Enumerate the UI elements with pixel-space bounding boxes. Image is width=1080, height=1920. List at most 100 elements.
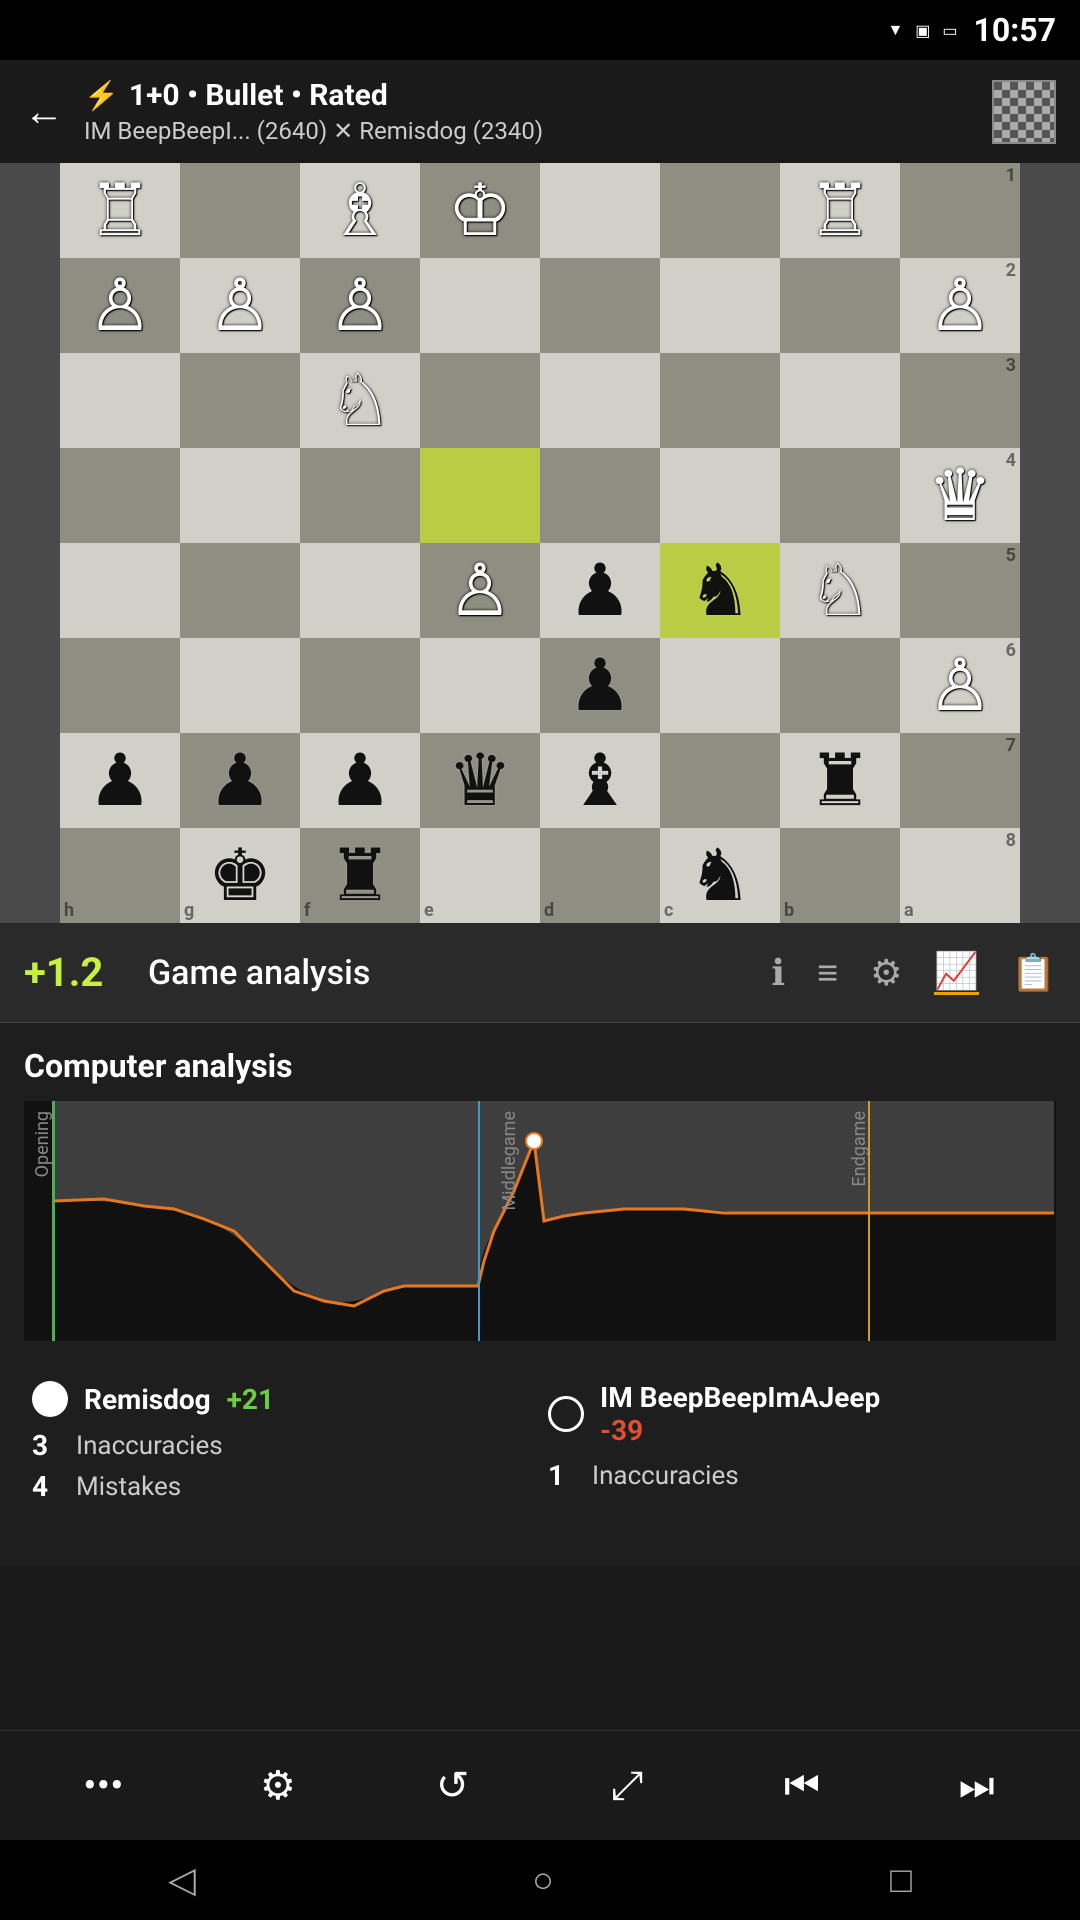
board-square[interactable]	[180, 543, 300, 638]
board-square[interactable]	[780, 448, 900, 543]
board-square[interactable]	[540, 448, 660, 543]
home-nav-button[interactable]: ○	[532, 1859, 554, 1901]
recents-nav-button[interactable]: □	[890, 1859, 912, 1901]
board-square[interactable]	[660, 163, 780, 258]
settings-button[interactable]: ⚙	[238, 1746, 318, 1826]
board-square[interactable]: ♙	[60, 258, 180, 353]
board-square[interactable]	[420, 258, 540, 353]
board-square[interactable]	[60, 543, 180, 638]
remisdog-name: Remisdog	[84, 1383, 211, 1416]
chess-piece: ♟	[568, 650, 633, 722]
remisdog-inaccuracies-label: Inaccuracies	[76, 1431, 223, 1461]
board-square[interactable]: f♜	[300, 828, 420, 923]
board-square[interactable]: ♟	[60, 733, 180, 828]
board-square[interactable]: 4♛	[900, 448, 1020, 543]
board-square[interactable]: ♙	[420, 543, 540, 638]
chess-piece: ♙	[88, 270, 153, 342]
board-square[interactable]: ♝	[540, 733, 660, 828]
board-square[interactable]	[60, 638, 180, 733]
board-square[interactable]: b	[780, 828, 900, 923]
board-square[interactable]	[540, 353, 660, 448]
board-square[interactable]	[540, 258, 660, 353]
board-square[interactable]	[660, 353, 780, 448]
beepbeep-name: IM BeepBeepImAJeep	[600, 1381, 880, 1414]
board-square[interactable]	[180, 638, 300, 733]
board-square[interactable]	[540, 163, 660, 258]
board-square[interactable]: ♙	[300, 258, 420, 353]
board-square[interactable]: 8a	[900, 828, 1020, 923]
chess-board[interactable]: ♖♗♔♖1♙♙♙2♙♘34♛♙♟♞♘5♟6♙♟♟♟♛♝♜7hg♚f♜edc♞b8…	[60, 163, 1020, 923]
endgame-label: Endgame	[849, 1111, 870, 1187]
bolt-icon: ⚡	[84, 79, 119, 112]
board-square[interactable]: 7	[900, 733, 1020, 828]
board-square[interactable]: ♔	[420, 163, 540, 258]
beepbeep-inaccuracies-row: 1 Inaccuracies	[548, 1459, 1048, 1492]
board-square[interactable]: d	[540, 828, 660, 923]
board-square[interactable]: ♘	[300, 353, 420, 448]
chess-piece: ♝	[568, 745, 633, 817]
board-square[interactable]: 2♙	[900, 258, 1020, 353]
board-square[interactable]	[660, 448, 780, 543]
board-square[interactable]: ♗	[300, 163, 420, 258]
board-square[interactable]: ♘	[780, 543, 900, 638]
board-square[interactable]: g♚	[180, 828, 300, 923]
board-square[interactable]: 3	[900, 353, 1020, 448]
opening-line	[52, 1101, 55, 1341]
info-icon[interactable]: ℹ	[771, 952, 785, 994]
computer-analysis-section: Computer analysis Opening Middlegame End…	[0, 1023, 1080, 1567]
header-left: ← ⚡ 1+0 • Bullet • Rated IM BeepBeepI...…	[24, 78, 543, 145]
fullscreen-button[interactable]: ⤢	[587, 1746, 667, 1826]
board-square[interactable]	[180, 353, 300, 448]
board-square[interactable]	[780, 638, 900, 733]
board-square[interactable]: e	[420, 828, 540, 923]
more-options-button[interactable]: •••	[63, 1746, 143, 1826]
board-square[interactable]	[180, 448, 300, 543]
board-square[interactable]	[300, 638, 420, 733]
board-square[interactable]: c♞	[660, 828, 780, 923]
board-square[interactable]	[60, 448, 180, 543]
board-square[interactable]: ♞	[660, 543, 780, 638]
remisdog-dot	[32, 1381, 68, 1417]
board-square[interactable]	[420, 638, 540, 733]
back-nav-button[interactable]: ◁	[168, 1859, 196, 1901]
board-square[interactable]	[300, 448, 420, 543]
chart-icon[interactable]: 📈	[934, 950, 979, 995]
board-square[interactable]	[660, 638, 780, 733]
board-square[interactable]	[300, 543, 420, 638]
analysis-chart[interactable]: Opening Middlegame Endgame	[24, 1101, 1056, 1341]
board-square[interactable]	[780, 258, 900, 353]
settings-icon[interactable]: ⚙	[870, 952, 902, 994]
chess-board-icon[interactable]	[992, 80, 1056, 144]
prev-move-button[interactable]: ⏮	[762, 1746, 842, 1826]
board-square[interactable]	[660, 258, 780, 353]
moves-list-icon[interactable]: ≡	[817, 952, 838, 994]
board-square[interactable]: ♛	[420, 733, 540, 828]
back-button[interactable]: ←	[24, 88, 64, 135]
board-square[interactable]: 6♙	[900, 638, 1020, 733]
file-label: e	[424, 900, 434, 921]
chess-piece: ♙	[328, 270, 393, 342]
board-square[interactable]: ♖	[60, 163, 180, 258]
board-square[interactable]	[420, 353, 540, 448]
rank-label: 7	[1006, 735, 1016, 756]
board-square[interactable]: ♟	[540, 543, 660, 638]
board-square[interactable]	[420, 448, 540, 543]
board-square[interactable]: ♜	[780, 733, 900, 828]
book-icon[interactable]: 📋	[1011, 952, 1056, 994]
board-square[interactable]: ♟	[300, 733, 420, 828]
board-square[interactable]	[180, 163, 300, 258]
board-square[interactable]: h	[60, 828, 180, 923]
board-square[interactable]	[780, 353, 900, 448]
flip-board-button[interactable]: ↺	[413, 1746, 493, 1826]
board-square[interactable]: ♖	[780, 163, 900, 258]
file-label: d	[544, 900, 554, 921]
board-square[interactable]: ♟	[540, 638, 660, 733]
next-move-button[interactable]: ⏭	[937, 1746, 1017, 1826]
board-square[interactable]: 5	[900, 543, 1020, 638]
board-square[interactable]	[60, 353, 180, 448]
board-square[interactable]	[660, 733, 780, 828]
board-square[interactable]: 1	[900, 163, 1020, 258]
board-square[interactable]: ♟	[180, 733, 300, 828]
board-square[interactable]: ♙	[180, 258, 300, 353]
rank-label: 5	[1006, 545, 1016, 566]
